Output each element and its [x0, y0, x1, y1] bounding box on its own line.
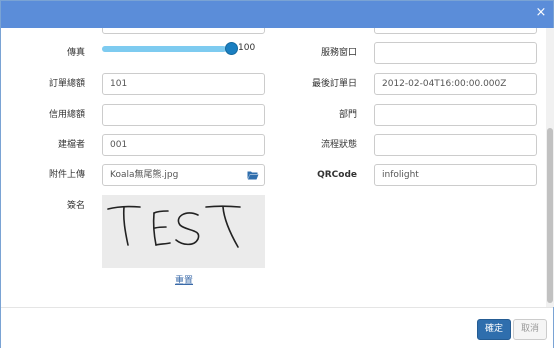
signature-reset-link[interactable]: 重置	[175, 273, 193, 286]
dialog-footer: 確定 取消	[1, 307, 553, 348]
fax-slider-value: 100	[238, 43, 256, 53]
fax-slider-handle[interactable]	[225, 42, 238, 55]
fax-slider-fill	[102, 46, 227, 52]
last-order-date-label: 最後訂單日	[311, 79, 357, 89]
attachment-label: 附件上傳	[48, 170, 85, 180]
cancel-button[interactable]: 取消	[513, 319, 547, 340]
fax-label: 傳真	[66, 48, 85, 58]
creator-input[interactable]: 001	[102, 134, 265, 156]
last-order-date-input[interactable]: 2012-02-04T16:00:00.000Z	[374, 73, 537, 95]
close-icon[interactable]: ×	[535, 6, 547, 19]
dialog-scrollbar[interactable]	[546, 28, 554, 307]
attachment-browse-button[interactable]	[241, 164, 265, 186]
order-total-input[interactable]: 101	[102, 73, 265, 95]
previous-field-right[interactable]	[374, 28, 537, 34]
department-input[interactable]	[374, 104, 537, 126]
service-window-input[interactable]	[374, 42, 537, 64]
dialog-window: × 傳真 100 服務窗口 訂單總額 101 最後訂單日 2012-02-04T…	[0, 0, 554, 348]
service-window-label: 服務窗口	[320, 48, 357, 58]
order-total-label: 訂單總額	[48, 79, 85, 89]
previous-field-left[interactable]	[102, 28, 265, 34]
creator-label: 建檔者	[57, 140, 85, 150]
signature-pad[interactable]	[102, 195, 265, 268]
credit-total-input[interactable]	[102, 104, 265, 126]
credit-total-label: 信用總額	[48, 110, 85, 120]
signature-drawing	[107, 205, 241, 248]
qrcode-label: QRCode	[317, 170, 357, 180]
fax-slider-track[interactable]	[102, 46, 233, 52]
flow-status-input[interactable]	[374, 134, 537, 156]
qrcode-input[interactable]: infolight	[374, 164, 537, 186]
dialog-body: 傳真 100 服務窗口 訂單總額 101 最後訂單日 2012-02-04T16…	[1, 28, 546, 307]
department-label: 部門	[338, 110, 357, 120]
dialog-title-bar[interactable]: ×	[1, 1, 553, 28]
attachment-input[interactable]: Koala無尾熊.jpg	[102, 164, 242, 186]
scrollbar-thumb[interactable]	[547, 128, 553, 303]
flow-status-label: 流程狀態	[320, 140, 357, 150]
folder-open-icon	[247, 171, 258, 180]
signature-label: 簽名	[66, 201, 85, 211]
ok-button[interactable]: 確定	[477, 319, 511, 340]
